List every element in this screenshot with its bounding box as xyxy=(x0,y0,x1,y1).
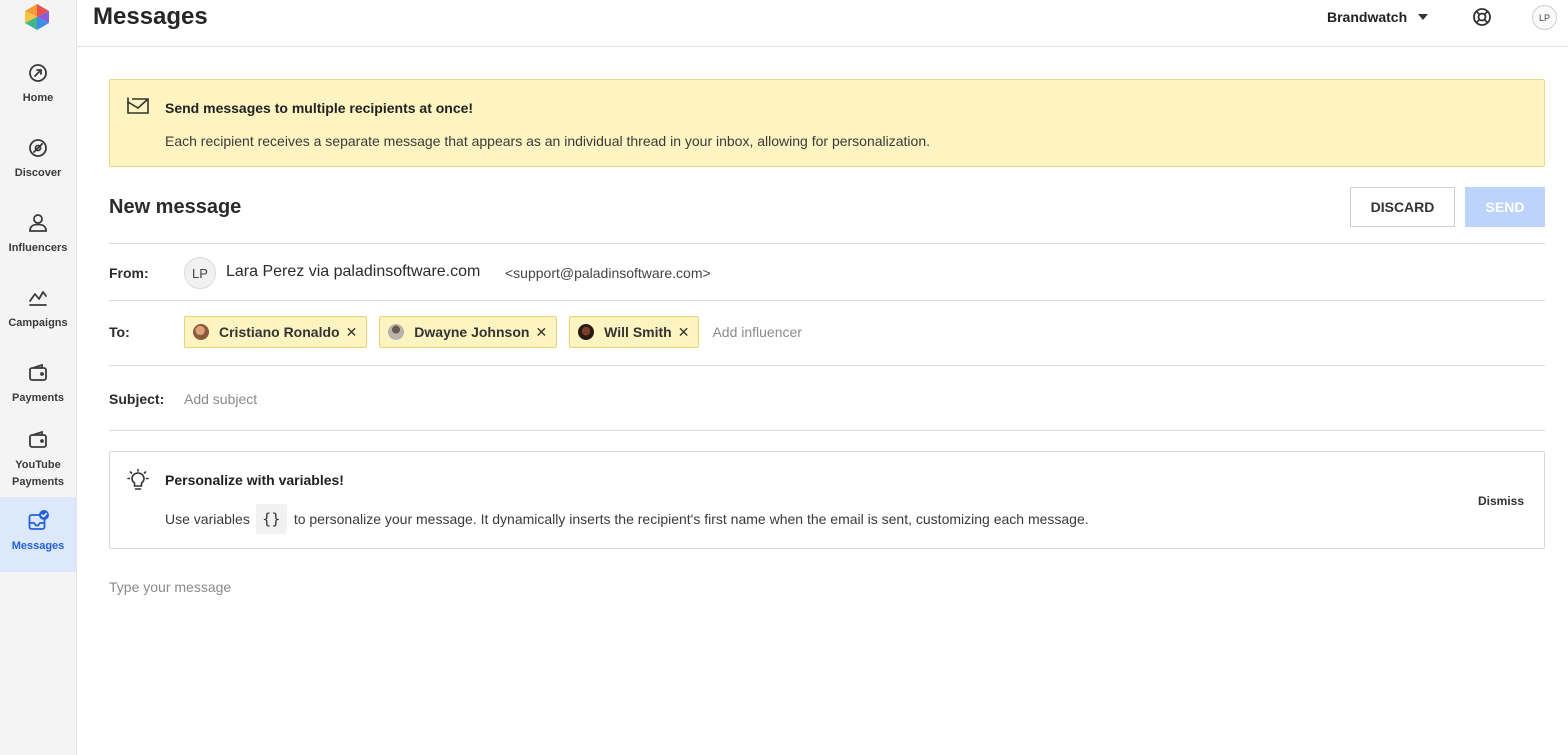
discover-icon xyxy=(29,139,47,157)
banner-text: Each recipient receives a separate messa… xyxy=(165,133,931,149)
tip-text-after: to personalize your message. It dynamica… xyxy=(293,511,1089,527)
recipient-avatar xyxy=(578,324,595,340)
discard-button[interactable]: DISCARD xyxy=(1350,187,1455,227)
close-icon[interactable]: ✕ xyxy=(535,325,547,339)
campaign-chart-icon xyxy=(29,291,47,306)
recipient-avatar xyxy=(388,324,405,340)
top-header: Messages Brandwatch LP xyxy=(77,0,1568,47)
sender-email: <support@paladinsoftware.com> xyxy=(505,265,711,281)
sidebar-item-label: YouTube Payments xyxy=(12,459,64,488)
recipient-list: Cristiano Ronaldo ✕ Dwayne Johnson ✕ Wil… xyxy=(184,316,913,348)
sidebar-item-payments[interactable]: Payments xyxy=(0,362,76,412)
sidebar-item-label: Discover xyxy=(14,167,62,179)
tip-text-before: Use variables xyxy=(165,511,250,527)
composer-title: New message xyxy=(109,196,242,218)
sidebar-item-label: Influencers xyxy=(8,242,68,254)
subject-input[interactable] xyxy=(184,389,1484,409)
page-title: Messages xyxy=(93,3,208,30)
sidebar-item-label: Messages xyxy=(11,540,65,552)
banner-title: Send messages to multiple recipients at … xyxy=(165,100,474,116)
close-icon[interactable]: ✕ xyxy=(678,325,690,339)
lightbulb-icon xyxy=(127,469,149,490)
sidebar-item-messages[interactable]: Messages xyxy=(0,497,76,572)
sidebar-item-discover[interactable]: Discover xyxy=(0,137,76,187)
sidebar-item-label: Campaigns xyxy=(8,317,68,329)
add-influencer-input[interactable] xyxy=(712,324,913,340)
divider xyxy=(109,300,1545,301)
variable-token[interactable]: {} xyxy=(255,504,287,534)
variables-tip: Personalize with variables! Use variable… xyxy=(109,451,1545,549)
recipient-chip[interactable]: Cristiano Ronaldo ✕ xyxy=(184,316,368,348)
recipient-name: Dwayne Johnson xyxy=(414,324,530,340)
home-icon xyxy=(29,64,47,82)
recipient-chip[interactable]: Dwayne Johnson ✕ xyxy=(379,316,558,348)
to-label: To: xyxy=(109,324,130,340)
divider xyxy=(109,365,1545,366)
sidebar-item-label: Home xyxy=(22,92,54,104)
message-body-input[interactable] xyxy=(109,579,1545,739)
tip-title: Personalize with variables! xyxy=(165,472,344,488)
sidebar-item-label: Payments xyxy=(12,392,64,404)
recipient-name: Cristiano Ronaldo xyxy=(219,324,340,340)
send-button[interactable]: SEND xyxy=(1465,187,1545,227)
divider xyxy=(109,430,1545,431)
divider xyxy=(109,243,1545,244)
envelope-icon xyxy=(127,97,149,114)
recipient-chip[interactable]: Will Smith ✕ xyxy=(569,316,700,348)
close-icon[interactable]: ✕ xyxy=(346,325,358,339)
help-lifebuoy-icon[interactable] xyxy=(1472,7,1492,27)
org-switcher[interactable]: Brandwatch xyxy=(1327,9,1429,25)
tip-text: Use variables {} to personalize your mes… xyxy=(165,504,1089,534)
multi-recipient-banner: Send messages to multiple recipients at … xyxy=(109,79,1545,167)
sender-avatar: LP xyxy=(184,257,216,289)
wallet-icon xyxy=(29,363,47,381)
caret-down-icon xyxy=(1418,14,1429,20)
subject-label: Subject: xyxy=(109,391,165,407)
sidebar: Home Discover Influencers Campaigns Paym… xyxy=(0,0,77,755)
org-name: Brandwatch xyxy=(1327,9,1408,25)
person-icon xyxy=(29,214,47,232)
recipient-avatar xyxy=(193,324,209,340)
inbox-check-icon xyxy=(28,510,49,530)
user-avatar[interactable]: LP xyxy=(1532,5,1557,30)
wallet-icon xyxy=(29,430,47,448)
sidebar-item-campaigns[interactable]: Campaigns xyxy=(0,287,76,337)
sidebar-item-home[interactable]: Home xyxy=(0,62,76,112)
recipient-name: Will Smith xyxy=(604,324,672,340)
sidebar-item-influencers[interactable]: Influencers xyxy=(0,212,76,262)
sidebar-item-youtube-payments[interactable]: YouTube Payments xyxy=(0,429,76,491)
from-label: From: xyxy=(109,265,149,281)
dismiss-button[interactable]: Dismiss xyxy=(1478,494,1524,508)
sender-name: Lara Perez via paladinsoftware.com xyxy=(226,263,481,280)
app-logo-icon[interactable] xyxy=(24,3,50,31)
